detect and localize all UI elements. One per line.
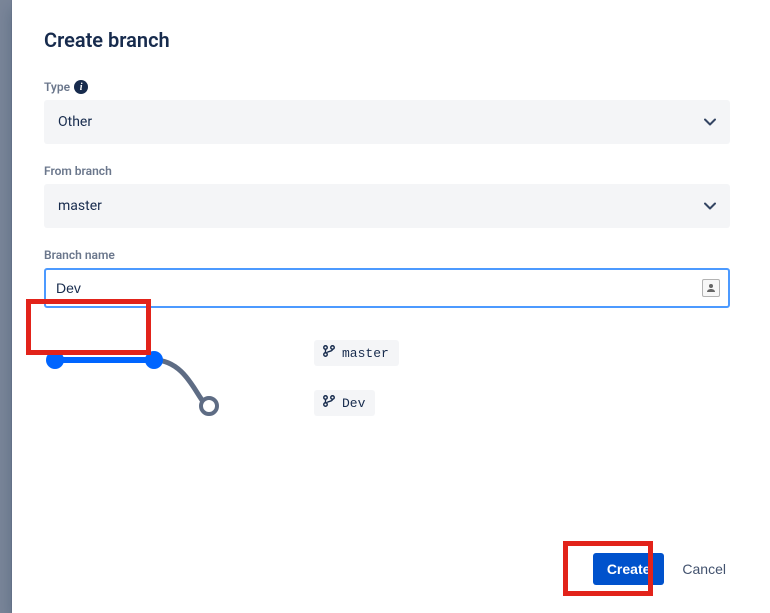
branch-icon — [322, 394, 336, 412]
branch-name-field — [44, 268, 730, 308]
chevron-down-icon — [704, 200, 716, 212]
target-branch-tag: Dev — [314, 390, 375, 416]
graph-svg — [44, 346, 224, 426]
type-label: Type i — [44, 80, 730, 94]
contact-card-icon[interactable] — [702, 279, 720, 297]
type-value: Other — [58, 114, 92, 130]
dialog-title: Create branch — [44, 28, 730, 52]
source-branch-tag: master — [314, 340, 399, 366]
branch-tags: master Dev — [314, 340, 399, 416]
create-branch-dialog: Create branch Type i Other From branch m… — [12, 0, 770, 613]
create-button[interactable]: Create — [593, 553, 665, 585]
type-select[interactable]: Other — [44, 100, 730, 144]
chevron-down-icon — [704, 116, 716, 128]
cancel-button[interactable]: Cancel — [678, 553, 730, 585]
branch-icon — [322, 344, 336, 362]
branch-name-label: Branch name — [44, 248, 730, 262]
info-icon[interactable]: i — [74, 80, 88, 94]
from-branch-label: From branch — [44, 164, 730, 178]
dialog-footer: Create Cancel — [593, 553, 730, 585]
from-branch-select[interactable]: master — [44, 184, 730, 228]
branch-diagram: master Dev — [44, 346, 730, 426]
branch-name-input[interactable] — [44, 268, 730, 308]
from-branch-value: master — [58, 198, 102, 214]
